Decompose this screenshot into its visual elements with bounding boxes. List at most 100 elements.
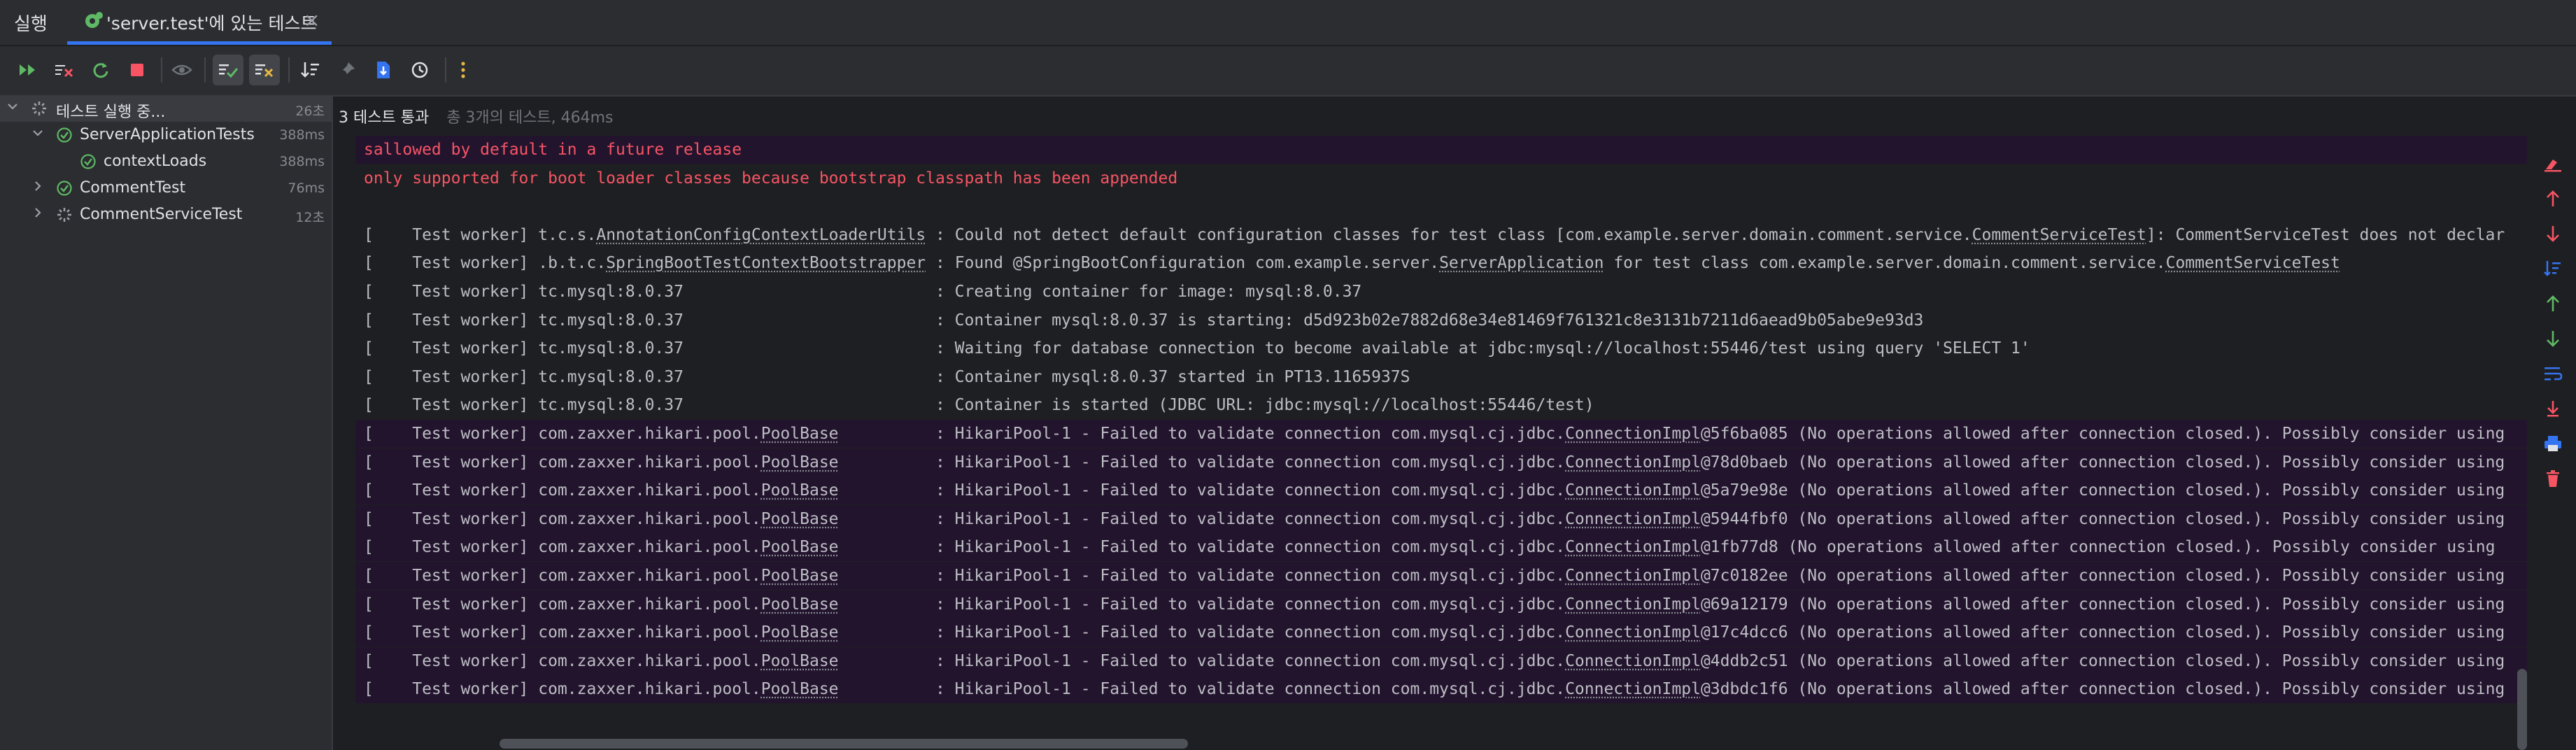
console-line: [ Test worker] com.zaxxer.hikari.pool.Po… [355,647,2527,675]
stop-rerun-icon[interactable] [49,55,80,85]
class-link: ConnectionImpl [1565,453,1701,472]
tab-server-tests[interactable]: 'server.test'에 있는 테스트 × [67,0,332,45]
log-message: : HikariPool-1 - Failed to validate conn… [838,510,1566,528]
sort-icon[interactable] [295,55,326,85]
class-link: PoolBase [760,623,839,642]
tab-label: 'server.test'에 있는 테스트 [106,13,317,34]
connection-id: 1fb77d8 [1710,538,1778,556]
sort-output-icon[interactable] [2535,253,2570,284]
log-message: : HikariPool-1 - Failed to validate conn… [838,680,1566,698]
log-message: [ Test worker] tc.mysql:8.0.37 : Waiting… [364,339,2030,358]
class-link: ConnectionImpl [1565,481,1701,500]
show-ignored-icon[interactable] [249,55,280,85]
toolbar-separator [161,57,162,83]
connection-id: 78d0baeb [1710,453,1788,472]
chevron-right-icon[interactable] [31,206,45,220]
log-message: (No operations allowed after connection … [1788,425,2505,443]
connection-id: 7c0182ee [1710,567,1788,585]
spinner-icon [32,101,46,115]
log-message: [ Test worker] tc.mysql:8.0.37 : Contain… [364,396,1594,414]
console-line: [ Test worker] com.zaxxer.hikari.pool.Po… [355,420,2527,448]
next-failed-icon[interactable] [2535,218,2570,249]
scroll-down-icon[interactable] [2535,323,2570,354]
toolbar-separator [445,57,446,83]
log-message: @ [1700,652,1711,670]
scroll-up-icon[interactable] [2535,288,2570,319]
rerun-icon[interactable] [85,55,116,85]
console-horizontal-scrollbar[interactable] [500,739,1188,749]
connection-id: 17c4dcc6 [1710,623,1788,642]
class-link: ServerApplication [1439,254,1604,272]
log-message: : HikariPool-1 - Failed to validate conn… [838,652,1566,670]
console-line: [ Test worker] tc.mysql:8.0.37 : Contain… [355,363,2527,391]
class-link: ConnectionImpl [1565,538,1701,556]
log-message: : HikariPool-1 - Failed to validate conn… [838,425,1566,443]
tree-item-serverapplicationtests[interactable]: ServerApplicationTests 388ms [0,123,332,148]
log-prefix: [ Test worker] com.zaxxer.hikari.pool. [364,680,761,698]
soft-wrap-icon[interactable] [2535,358,2570,389]
tests-total-label: 총 3개의 테스트, 464ms [446,109,614,127]
log-prefix: [ Test worker] com.zaxxer.hikari.pool. [364,652,761,670]
show-passed-icon[interactable] [213,55,243,85]
chevron-down-icon[interactable] [31,126,45,140]
log-message: : HikariPool-1 - Failed to validate conn… [838,595,1566,614]
class-link: PoolBase [760,538,839,556]
tree-item-commentservicetest[interactable]: CommentServiceTest 12초 [0,203,332,228]
log-message: : HikariPool-1 - Failed to validate conn… [838,623,1566,642]
console-line: [ Test worker] com.zaxxer.hikari.pool.Po… [355,618,2527,646]
log-message: @ [1700,510,1711,528]
log-prefix: [ Test worker] com.zaxxer.hikari.pool. [364,481,761,500]
stop-icon[interactable] [122,55,153,85]
log-message: : HikariPool-1 - Failed to validate conn… [838,567,1566,585]
passed-check-icon [57,127,72,143]
log-message: : HikariPool-1 - Failed to validate conn… [838,481,1566,500]
close-icon[interactable]: × [304,8,320,31]
console-line: [ Test worker] tc.mysql:8.0.37 : Waiting… [355,334,2527,362]
log-prefix: [ Test worker] com.zaxxer.hikari.pool. [364,623,761,642]
tree-item-root[interactable]: 테스트 실행 중... 26초 [0,97,332,122]
class-link: ConnectionImpl [1565,595,1701,614]
more-icon[interactable] [448,55,479,85]
print-icon[interactable] [2535,428,2570,459]
tree-item-time: 388ms [279,154,325,169]
class-link: PoolBase [760,510,839,528]
console-vertical-scrollbar[interactable] [2517,669,2527,750]
passed-check-icon [80,154,96,169]
log-message: ]: CommentServiceTest does not declar [2146,226,2505,244]
run-toolbar [0,46,2576,97]
rerun-failed-icon[interactable] [13,55,43,85]
class-link: PoolBase [760,567,839,585]
active-tab-indicator [67,41,332,45]
delete-icon[interactable] [2535,463,2570,494]
tree-item-label: CommentServiceTest [80,206,243,223]
tree-item-label: 테스트 실행 중... [56,104,166,121]
clear-icon[interactable] [2535,148,2570,179]
tree-item-commenttest[interactable]: CommentTest 76ms [0,176,332,201]
export-icon[interactable] [368,55,399,85]
class-link: PoolBase [760,595,839,614]
tree-item-contextloads[interactable]: contextLoads 388ms [0,150,332,175]
test-run-icon [83,10,105,31]
spinner-icon [57,208,71,222]
pin-icon[interactable] [332,55,362,85]
chevron-right-icon[interactable] [31,179,45,193]
chevron-down-icon[interactable] [6,99,20,113]
log-prefix: [ Test worker] com.zaxxer.hikari.pool. [364,510,761,528]
log-message: (No operations allowed after connection … [1788,652,2505,670]
console-line: [ Test worker] com.zaxxer.hikari.pool.Po… [355,675,2527,703]
log-prefix: [ Test worker] com.zaxxer.hikari.pool. [364,538,761,556]
scroll-to-end-icon[interactable] [2535,393,2570,424]
prev-failed-icon[interactable] [2535,183,2570,214]
log-message: @ [1700,623,1711,642]
eye-icon[interactable] [167,55,197,85]
log-message: [ Test worker] tc.mysql:8.0.37 : Contain… [364,368,1410,386]
log-message: (No operations allowed after connection … [1788,567,2505,585]
log-message: (No operations allowed after connection … [1788,680,2505,698]
log-message: @ [1700,481,1711,500]
history-icon[interactable] [404,55,435,85]
tree-item-time: 26초 [295,104,325,119]
tests-passed-label: 3 테스트 통과 [339,109,430,127]
console-output[interactable]: sallowed by default in a future release o… [355,136,2527,704]
console-line: [ Test worker] com.zaxxer.hikari.pool.Po… [355,476,2527,504]
